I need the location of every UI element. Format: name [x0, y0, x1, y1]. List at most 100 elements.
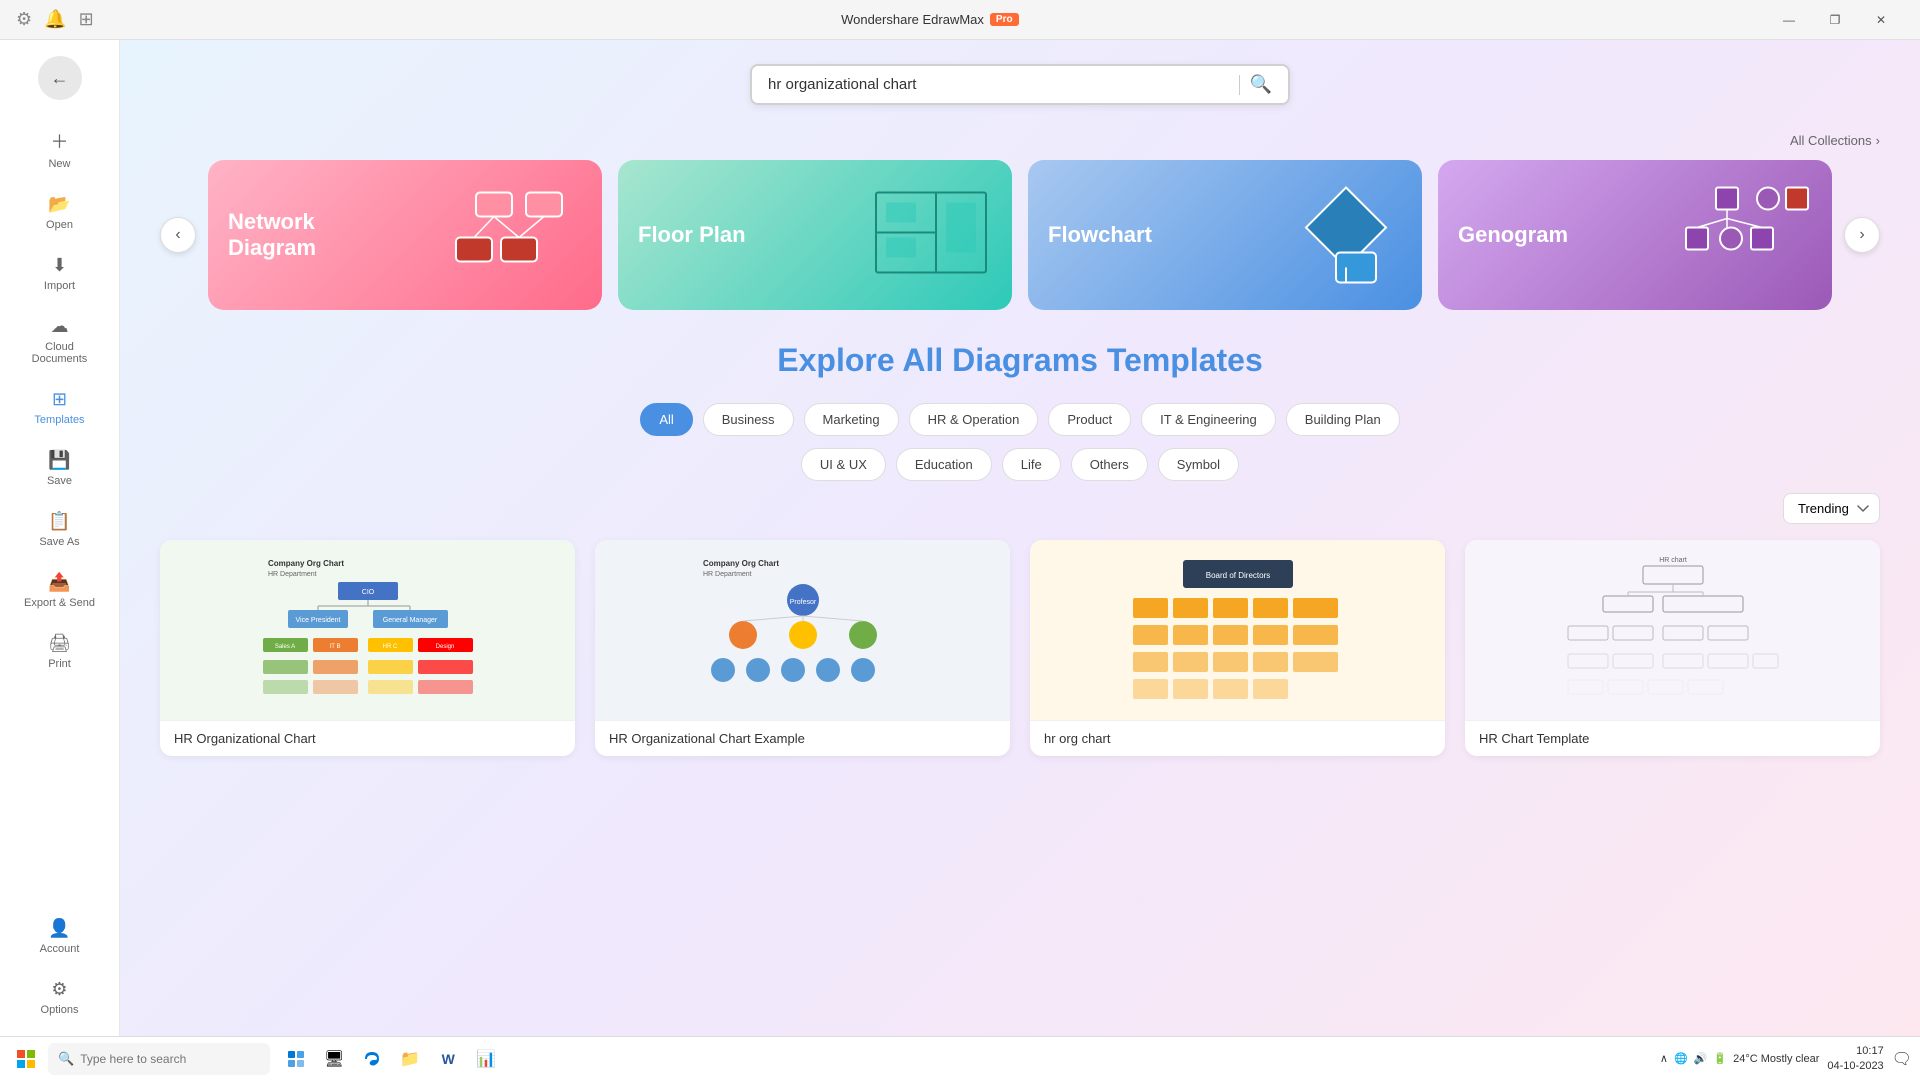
search-input[interactable] [768, 76, 1229, 93]
maximize-button[interactable]: ❐ [1812, 4, 1858, 36]
svg-text:Sales A: Sales A [274, 644, 294, 650]
filter-ui[interactable]: UI & UX [801, 448, 886, 481]
all-collections-link[interactable]: All Collections › [1790, 133, 1880, 148]
svg-text:Vice President: Vice President [295, 617, 340, 624]
all-collections-text: All Collections [1790, 133, 1872, 148]
taskbar-start-button[interactable] [8, 1041, 44, 1077]
sidebar-item-new[interactable]: ＋ New [8, 118, 111, 180]
carousel-next-button[interactable]: › [1844, 217, 1880, 253]
sidebar-item-label-open: Open [46, 219, 73, 231]
carousel-prev-button[interactable]: ‹ [160, 217, 196, 253]
back-button[interactable]: ← [38, 56, 82, 100]
taskbar-app-edge[interactable] [354, 1041, 390, 1077]
explore-title-plain: Explore [777, 342, 902, 378]
sidebar-item-save[interactable]: 💾 Save [8, 440, 111, 497]
time-display: 10:17 [1827, 1044, 1883, 1058]
template-item-1[interactable]: Company Org Chart HR Department CIO Vice… [160, 540, 575, 756]
template-name-2: HR Organizational Chart Example [595, 720, 1010, 756]
window-controls[interactable]: — ❐ ✕ [1766, 4, 1904, 36]
svg-text:General Manager: General Manager [382, 617, 437, 624]
filter-row-1: All Business Marketing HR & Operation Pr… [160, 403, 1880, 436]
sidebar-item-export[interactable]: 📤 Export & Send [8, 562, 111, 619]
systray-arrow[interactable]: ∧ [1660, 1052, 1668, 1065]
filter-business[interactable]: Business [703, 403, 794, 436]
sidebar-item-label-import: Import [44, 280, 75, 292]
card-title-flowchart: Flowchart [1048, 222, 1152, 248]
date-display: 04-10-2023 [1827, 1059, 1883, 1073]
card-illustration-genogram [1666, 183, 1816, 288]
filter-product[interactable]: Product [1048, 403, 1131, 436]
carousel-card-flowchart[interactable]: Flowchart [1028, 160, 1422, 310]
explore-title: Explore All Diagrams Templates [160, 342, 1880, 379]
card-illustration-floorplan [866, 183, 996, 288]
minimize-button[interactable]: — [1766, 4, 1812, 36]
filter-building[interactable]: Building Plan [1286, 403, 1400, 436]
sort-row: Trending Newest Popular [160, 493, 1880, 524]
taskbar-app-edraw[interactable]: 📊 [468, 1041, 504, 1077]
template-item-3[interactable]: Board of Directors [1030, 540, 1445, 756]
cloud-icon: ☁ [51, 316, 69, 337]
search-button[interactable]: 🔍 [1250, 74, 1272, 95]
svg-text:HR Department: HR Department [268, 571, 317, 578]
taskbar-search-input[interactable] [80, 1052, 260, 1066]
carousel-card-floorplan[interactable]: Floor Plan [618, 160, 1012, 310]
filter-marketing[interactable]: Marketing [804, 403, 899, 436]
card-illustration-network [446, 183, 586, 288]
app-title: Wondershare EdrawMax [841, 12, 984, 27]
sidebar-item-label-print: Print [48, 658, 71, 670]
filter-row-2: UI & UX Education Life Others Symbol [160, 448, 1880, 481]
search-container: 🔍 [160, 64, 1880, 105]
svg-text:Company Org Chart: Company Org Chart [703, 559, 779, 568]
systray-volume-icon[interactable]: 🔊 [1694, 1052, 1708, 1065]
card-title-floorplan: Floor Plan [638, 222, 746, 248]
filter-education[interactable]: Education [896, 448, 992, 481]
carousel-card-genogram[interactable]: Genogram [1438, 160, 1832, 310]
taskbar-time: 10:17 04-10-2023 [1827, 1044, 1883, 1073]
sidebar-item-cloud[interactable]: ☁ Cloud Documents [8, 306, 111, 375]
sort-select[interactable]: Trending Newest Popular [1783, 493, 1880, 524]
taskbar-search-box[interactable]: 🔍 [48, 1043, 270, 1075]
sidebar-item-options[interactable]: ⚙ Options [8, 969, 111, 1026]
filter-life[interactable]: Life [1002, 448, 1061, 481]
import-icon: ⬇ [52, 255, 67, 276]
sidebar-item-import[interactable]: ⬇ Import [8, 245, 111, 302]
sidebar-item-print[interactable]: 🖨 Print [8, 623, 111, 680]
carousel-card-network[interactable]: Network Diagram [208, 160, 602, 310]
systray-battery-icon: 🔋 [1713, 1052, 1727, 1065]
main-content: 🔍 All Collections › ‹ Network Diagram [120, 40, 1920, 1036]
main-layout: ← ＋ New 📂 Open ⬇ Import ☁ Cloud Document… [0, 40, 1920, 1036]
svg-text:Design: Design [435, 644, 454, 650]
sidebar-item-account[interactable]: 👤 Account [8, 908, 111, 965]
filter-hr[interactable]: HR & Operation [909, 403, 1039, 436]
weather-display: 24°C Mostly clear [1733, 1053, 1819, 1065]
filter-symbol[interactable]: Symbol [1158, 448, 1239, 481]
sidebar: ← ＋ New 📂 Open ⬇ Import ☁ Cloud Document… [0, 40, 120, 1036]
sidebar-item-open[interactable]: 📂 Open [8, 184, 111, 241]
taskbar-app-folder[interactable]: 📁 [392, 1041, 428, 1077]
search-divider [1239, 75, 1240, 95]
card-illustration-flowchart [1286, 178, 1406, 293]
template-preview-2: Company Org Chart HR Department Profesor [595, 540, 1010, 720]
sidebar-item-saveas[interactable]: 📋 Save As [8, 501, 111, 558]
template-grid: Company Org Chart HR Department CIO Vice… [160, 540, 1880, 756]
titlebar-center: Wondershare EdrawMax Pro [841, 12, 1019, 27]
svg-text:HR C: HR C [382, 644, 397, 650]
taskbar-app-monitor[interactable]: 🖥 [316, 1041, 352, 1077]
template-item-2[interactable]: Company Org Chart HR Department Profesor [595, 540, 1010, 756]
filter-it[interactable]: IT & Engineering [1141, 403, 1276, 436]
template-preview-1: Company Org Chart HR Department CIO Vice… [160, 540, 575, 720]
template-preview-3: Board of Directors [1030, 540, 1445, 720]
explore-title-colored: All Diagrams Templates [902, 342, 1262, 378]
notification-button[interactable]: 🗨 [1892, 1049, 1912, 1069]
taskbar-app-word[interactable]: W [430, 1041, 466, 1077]
template-item-4[interactable]: HR chart [1465, 540, 1880, 756]
close-button[interactable]: ✕ [1858, 4, 1904, 36]
filter-all[interactable]: All [640, 403, 692, 436]
filter-others[interactable]: Others [1071, 448, 1148, 481]
sidebar-item-label-save: Save [47, 475, 72, 487]
taskbar-app-explorer[interactable] [278, 1041, 314, 1077]
titlebar-left-icons: ⚙ 🔔 ⊞ [16, 9, 94, 30]
sidebar-item-templates[interactable]: ⊞ Templates [8, 379, 111, 436]
taskbar-apps: 🖥 📁 W 📊 [278, 1041, 504, 1077]
svg-text:CIO: CIO [361, 589, 374, 596]
